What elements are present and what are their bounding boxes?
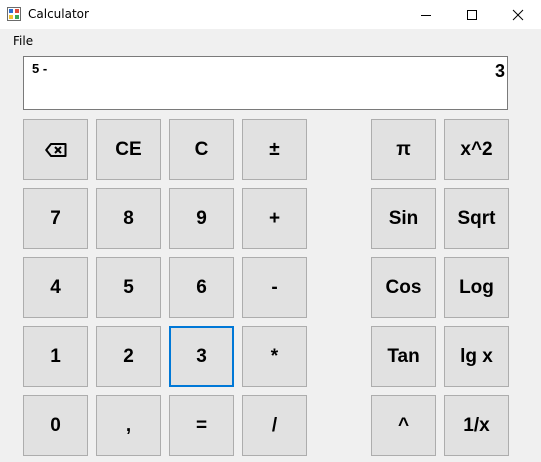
- minimize-icon: [421, 14, 431, 16]
- clear-entry-button[interactable]: CE: [96, 119, 161, 180]
- digit-5-button[interactable]: 5: [96, 257, 161, 318]
- tan-button[interactable]: Tan: [371, 326, 436, 387]
- minimize-button[interactable]: [403, 0, 449, 29]
- digit-0-button[interactable]: 0: [23, 395, 88, 456]
- sqrt-button[interactable]: Sqrt: [444, 188, 509, 249]
- clear-button[interactable]: C: [169, 119, 234, 180]
- equals-button[interactable]: =: [169, 395, 234, 456]
- lg-x-button[interactable]: lg x: [444, 326, 509, 387]
- square-button[interactable]: x^2: [444, 119, 509, 180]
- maximize-icon: [467, 9, 477, 20]
- title-bar[interactable]: Calculator: [0, 0, 541, 29]
- menu-file[interactable]: File: [13, 34, 33, 48]
- result-text: 3: [494, 61, 505, 81]
- digit-3-button[interactable]: 3: [169, 326, 234, 387]
- plus-minus-button[interactable]: ±: [242, 119, 307, 180]
- calculator-display: 5 - 3: [23, 56, 508, 110]
- power-button[interactable]: ^: [371, 395, 436, 456]
- digit-1-button[interactable]: 1: [23, 326, 88, 387]
- minus-button[interactable]: -: [242, 257, 307, 318]
- digit-4-button[interactable]: 4: [23, 257, 88, 318]
- sin-button[interactable]: Sin: [371, 188, 436, 249]
- calculator-app-icon: [7, 7, 21, 21]
- digit-8-button[interactable]: 8: [96, 188, 161, 249]
- digit-2-button[interactable]: 2: [96, 326, 161, 387]
- multiply-button[interactable]: *: [242, 326, 307, 387]
- maximize-button[interactable]: [449, 0, 495, 29]
- backspace-button[interactable]: [23, 119, 88, 180]
- comma-button[interactable]: ,: [96, 395, 161, 456]
- digit-6-button[interactable]: 6: [169, 257, 234, 318]
- menu-bar: [0, 29, 541, 51]
- pi-button[interactable]: π: [371, 119, 436, 180]
- divide-button[interactable]: /: [242, 395, 307, 456]
- close-button[interactable]: [495, 0, 541, 29]
- window-title: Calculator: [28, 7, 89, 21]
- digit-7-button[interactable]: 7: [23, 188, 88, 249]
- close-icon: [512, 9, 524, 20]
- log-button[interactable]: Log: [444, 257, 509, 318]
- expression-text: 5 -: [32, 61, 48, 76]
- cos-button[interactable]: Cos: [371, 257, 436, 318]
- backspace-icon: [44, 142, 66, 157]
- plus-button[interactable]: +: [242, 188, 307, 249]
- digit-9-button[interactable]: 9: [169, 188, 234, 249]
- reciprocal-button[interactable]: 1/x: [444, 395, 509, 456]
